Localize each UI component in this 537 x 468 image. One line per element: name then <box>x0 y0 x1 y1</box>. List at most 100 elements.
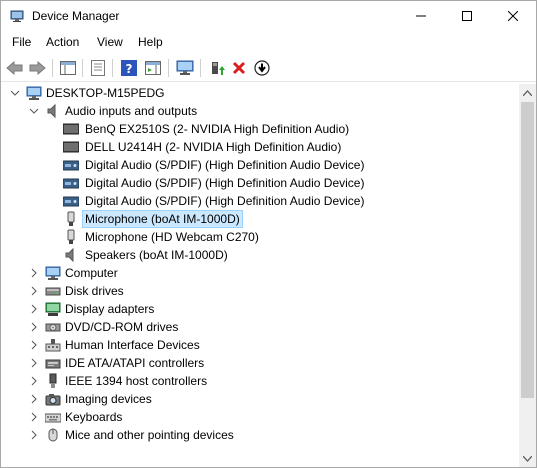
close-button[interactable] <box>490 1 536 31</box>
keyboard-icon <box>45 413 61 423</box>
device-item[interactable]: DELL U2414H (2- NVIDIA High Definition A… <box>1 138 519 156</box>
category-label: IDE ATA/ATAPI controllers <box>65 356 205 370</box>
scrollbar-thumb[interactable] <box>521 102 534 398</box>
console-tree-icon <box>60 61 76 75</box>
chevron-right-icon[interactable] <box>29 268 39 278</box>
properties-icon <box>91 60 105 76</box>
scroll-up-arrow-icon <box>523 89 532 96</box>
minimize-icon <box>416 15 426 17</box>
speaker-icon <box>65 247 74 263</box>
help-button[interactable]: ? <box>118 57 140 79</box>
category-label: DVD/CD-ROM drives <box>65 320 179 334</box>
svg-text:?: ? <box>126 62 133 76</box>
category-ieee-1394-host-controllers[interactable]: IEEE 1394 host controllers <box>1 372 519 390</box>
uninstall-x-icon <box>232 61 246 75</box>
scroll-down-arrow-icon <box>523 455 532 462</box>
mouse-icon <box>48 428 58 442</box>
scroll-up-button[interactable] <box>519 84 536 101</box>
category-display-adapters[interactable]: Display adapters <box>1 300 519 318</box>
toolbar-separator <box>112 59 113 77</box>
category-audio-inputs-outputs[interactable]: Audio inputs and outputs <box>1 102 519 120</box>
chevron-down-icon[interactable] <box>29 106 39 116</box>
menu-action[interactable]: Action <box>44 35 81 49</box>
back-arrow-icon <box>6 61 23 75</box>
enable-device-button[interactable] <box>251 57 273 79</box>
device-label: Digital Audio (S/PDIF) (High Definition … <box>85 158 365 172</box>
chevron-down-icon[interactable] <box>10 88 20 98</box>
device-item[interactable]: Microphone (HD Webcam C270) <box>1 228 519 246</box>
monitor-speaker-icon <box>63 123 79 135</box>
digital-audio-icon <box>63 178 79 189</box>
title-bar: Device Manager <box>1 1 536 31</box>
digital-audio-icon <box>63 160 79 171</box>
forward-button[interactable] <box>26 57 48 79</box>
category-dvd-cd-rom-drives[interactable]: DVD/CD-ROM drives <box>1 318 519 336</box>
menu-view[interactable]: View <box>95 35 125 49</box>
ieee-1394-icon <box>49 373 57 388</box>
device-label: Speakers (boAt IM-1000D) <box>85 248 228 262</box>
microphone-icon <box>67 211 75 226</box>
category-label: Disk drives <box>65 284 124 298</box>
maximize-button[interactable] <box>444 1 490 31</box>
category-keyboards[interactable]: Keyboards <box>1 408 519 426</box>
device-label: BenQ EX2510S (2- NVIDIA High Definition … <box>85 122 350 136</box>
minimize-button[interactable] <box>398 1 444 31</box>
device-item[interactable]: Digital Audio (S/PDIF) (High Definition … <box>1 156 519 174</box>
category-imaging-devices[interactable]: Imaging devices <box>1 390 519 408</box>
category-human-interface-devices[interactable]: Human Interface Devices <box>1 336 519 354</box>
device-label: Digital Audio (S/PDIF) (High Definition … <box>85 176 365 190</box>
digital-audio-icon <box>63 196 79 207</box>
scroll-down-button[interactable] <box>519 450 536 467</box>
tree-root[interactable]: DESKTOP-M15PEDG <box>1 84 519 102</box>
update-driver-icon <box>212 62 225 75</box>
device-tree: DESKTOP-M15PEDG Audio inputs and outputs… <box>1 84 519 467</box>
speaker-icon <box>47 103 56 119</box>
category-mice-pointing-devices[interactable]: Mice and other pointing devices <box>1 426 519 444</box>
toolbar-separator <box>168 59 169 77</box>
computer-icon <box>26 86 42 100</box>
category-label: Human Interface Devices <box>65 338 200 352</box>
category-label: Audio inputs and outputs <box>65 104 198 118</box>
category-ide-ata-atapi-controllers[interactable]: IDE ATA/ATAPI controllers <box>1 354 519 372</box>
uninstall-device-button[interactable] <box>228 57 250 79</box>
maximize-icon <box>462 11 472 21</box>
category-label: Mice and other pointing devices <box>65 428 234 442</box>
category-disk-drives[interactable]: Disk drives <box>1 282 519 300</box>
chevron-right-icon[interactable] <box>29 304 39 314</box>
device-item[interactable]: Speakers (boAt IM-1000D) <box>1 246 519 264</box>
action-pane-button[interactable] <box>142 57 164 79</box>
monitor-scan-icon <box>176 60 194 75</box>
chevron-right-icon[interactable] <box>29 394 39 404</box>
microphone-icon <box>67 229 75 244</box>
scan-hardware-changes-button[interactable] <box>174 57 196 79</box>
chevron-right-icon[interactable] <box>29 322 39 332</box>
vertical-scrollbar[interactable] <box>519 84 536 467</box>
chevron-right-icon[interactable] <box>29 412 39 422</box>
dvd-drive-icon <box>45 323 61 332</box>
properties-button[interactable] <box>87 57 109 79</box>
close-icon <box>508 11 518 21</box>
category-computer[interactable]: Computer <box>1 264 519 282</box>
hid-icon <box>45 339 61 352</box>
back-button[interactable] <box>4 57 26 79</box>
update-driver-button[interactable] <box>206 57 228 79</box>
show-hide-console-tree-button[interactable] <box>57 57 79 79</box>
device-item[interactable]: Digital Audio (S/PDIF) (High Definition … <box>1 192 519 210</box>
menu-help[interactable]: Help <box>136 35 165 49</box>
disk-drive-icon <box>45 287 61 296</box>
chevron-right-icon[interactable] <box>29 358 39 368</box>
root-label: DESKTOP-M15PEDG <box>46 86 165 100</box>
chevron-right-icon[interactable] <box>29 430 39 440</box>
download-arrow-icon <box>254 60 270 76</box>
device-item[interactable]: BenQ EX2510S (2- NVIDIA High Definition … <box>1 120 519 138</box>
device-item-selected[interactable]: Microphone (boAt IM-1000D) <box>1 210 519 228</box>
menu-file[interactable]: File <box>10 35 33 49</box>
toolbar-separator <box>52 59 53 77</box>
chevron-right-icon[interactable] <box>29 286 39 296</box>
chevron-right-icon[interactable] <box>29 340 39 350</box>
category-label: Imaging devices <box>65 392 152 406</box>
chevron-right-icon[interactable] <box>29 376 39 386</box>
device-item[interactable]: Digital Audio (S/PDIF) (High Definition … <box>1 174 519 192</box>
category-label: Display adapters <box>65 302 155 316</box>
help-icon: ? <box>121 60 137 76</box>
